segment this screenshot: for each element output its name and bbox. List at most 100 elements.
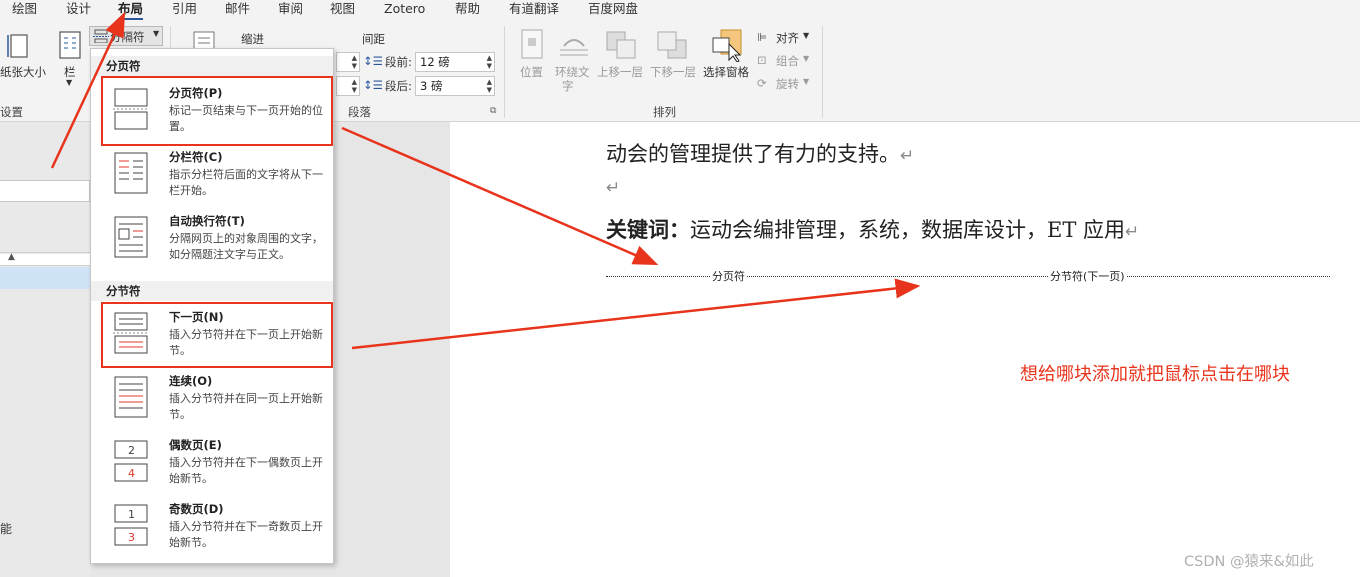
menu-item-desc: 插入分节符并在下一偶数页上开始新节。	[169, 456, 323, 485]
rotate-icon: ⟳	[757, 76, 767, 90]
tab-mailings[interactable]: 邮件	[225, 0, 250, 20]
chevron-down-icon: ▼	[803, 54, 810, 63]
tab-zotero[interactable]: Zotero	[384, 0, 425, 20]
navigation-header-strip: ▲	[0, 252, 90, 266]
align-button[interactable]: 对齐	[776, 30, 799, 46]
selection-pane-icon	[712, 29, 742, 62]
chevron-down-icon: ▼	[153, 29, 160, 38]
wrap-text-button-line2: 字	[562, 79, 574, 93]
divider	[822, 26, 823, 118]
menu-item-title: 自动换行符(T)	[169, 214, 245, 228]
paper-size-button[interactable]: 纸张大小	[0, 64, 46, 80]
wrap-text-icon	[560, 39, 588, 56]
spacing-before-icon: ↕☰	[363, 54, 383, 68]
align-icon: ⊫	[757, 30, 768, 44]
keywords-text: 运动会编排管理，系统，数据库设计，ET 应用	[690, 218, 1126, 242]
spacing-after-value: 3 磅	[420, 79, 443, 93]
tab-review[interactable]: 审阅	[278, 0, 303, 20]
breaks-dropdown-menu: 分页符 分页符(P) 标记一页结束与下一页开始的位置。 分栏符(C) 指示分栏符…	[90, 48, 334, 564]
rotate-button[interactable]: 旋转	[776, 76, 799, 92]
keywords-label: 关键词：	[606, 217, 690, 242]
section-breaks-header: 分节符	[91, 281, 333, 301]
spacing-after-input[interactable]: 3 磅 ▲ ▼	[415, 76, 495, 96]
column-break-icon	[114, 152, 148, 194]
menu-item-continuous[interactable]: 连续(O) 插入分节符并在同一页上开始新节。	[101, 369, 333, 433]
tab-help[interactable]: 帮助	[455, 0, 480, 20]
before-label: 段前:	[385, 55, 412, 69]
menu-item-desc: 插入分节符并在下一奇数页上开始新节。	[169, 520, 323, 549]
menu-item-odd-page[interactable]: 1 3 奇数页(D) 插入分节符并在下一奇数页上开始新节。	[101, 497, 333, 561]
page-breaks-header: 分页符	[91, 56, 333, 76]
navigation-pane: ▲ 能	[0, 122, 90, 577]
paragraph-group-label: 段落	[348, 105, 371, 119]
chevron-down-icon: ▼	[66, 78, 73, 87]
breaks-button[interactable]: 分隔符 ▼	[89, 26, 163, 46]
tab-design[interactable]: 设计	[66, 0, 91, 20]
menu-item-column-break[interactable]: 分栏符(C) 指示分栏符后面的文字将从下一栏开始。	[101, 145, 333, 209]
group-button[interactable]: 组合	[776, 53, 799, 69]
menu-item-title: 偶数页(E)	[169, 438, 222, 452]
spacing-after-icon: ↕☰	[363, 78, 383, 92]
position-button[interactable]: 位置	[520, 64, 543, 80]
divider	[504, 26, 505, 118]
menu-item-desc: 分隔网页上的对象周围的文字，如分隔题注文字与正文。	[169, 232, 323, 261]
columns-icon	[59, 31, 81, 59]
selection-pane-button[interactable]: 选择窗格	[703, 64, 749, 80]
breaks-button-label: 分隔符	[110, 30, 145, 44]
tab-view[interactable]: 视图	[330, 0, 355, 20]
menu-item-title: 分栏符(C)	[169, 150, 223, 164]
spacing-before-value: 12 磅	[420, 55, 450, 69]
svg-text:3: 3	[128, 531, 135, 544]
document-line: 动会的管理提供了有力的支持。↵	[606, 138, 914, 168]
navigation-search-input[interactable]	[0, 180, 90, 202]
menu-item-text-wrapping-break[interactable]: 自动换行符(T) 分隔网页上的对象周围的文字，如分隔题注文字与正文。	[101, 209, 333, 273]
page-setup-group-label: 设置	[0, 105, 23, 119]
page-break-label: 分页符	[710, 268, 747, 284]
menu-item-desc: 插入分节符并在同一页上开始新节。	[169, 392, 323, 421]
indent-right-input[interactable]: ▲ ▼	[336, 76, 360, 96]
menu-item-title: 奇数页(D)	[169, 502, 224, 516]
paper-size-icon	[7, 34, 28, 58]
canvas-background	[334, 122, 450, 577]
position-icon	[521, 29, 543, 59]
tab-references[interactable]: 引用	[172, 0, 197, 20]
even-page-section-icon: 2 4	[114, 440, 148, 482]
page-break-highlight	[101, 76, 333, 146]
paragraph-mark: ↵	[1125, 222, 1140, 242]
document-line-text: 动会的管理提供了有力的支持。	[606, 142, 900, 166]
section-break-label: 分节符(下一页)	[1048, 268, 1127, 284]
bring-forward-icon	[606, 31, 636, 59]
spacing-label: 间距	[362, 32, 385, 46]
tab-draw[interactable]: 绘图	[12, 0, 37, 20]
tab-baidu-netdisk[interactable]: 百度网盘	[588, 0, 638, 20]
indent-left-input[interactable]: ▲ ▼	[336, 52, 360, 72]
paragraph-mark: ↵	[606, 178, 621, 198]
bring-forward-button[interactable]: 上移一层	[597, 64, 643, 80]
after-label: 段后:	[385, 79, 412, 93]
dialog-launcher-icon[interactable]: ⧉	[490, 106, 496, 116]
send-backward-button[interactable]: 下移一层	[650, 64, 696, 80]
breaks-icon	[93, 29, 109, 43]
svg-text:2: 2	[128, 444, 135, 457]
next-page-highlight	[101, 302, 333, 368]
collapse-icon[interactable]: ▲	[8, 252, 15, 262]
navigation-selected-item[interactable]	[0, 267, 90, 289]
ribbon-tab-bar: 绘图 设计 布局 引用 邮件 审阅 视图 Zotero 帮助 有道翻译 百度网盘	[0, 0, 1360, 20]
menu-item-title: 连续(O)	[169, 374, 213, 388]
group-icon: ⊡	[757, 53, 767, 67]
odd-page-section-icon: 1 3	[114, 504, 148, 546]
annotation-text: 想给哪块添加就把鼠标点击在哪块	[1020, 364, 1290, 385]
paragraph-mark: ↵	[900, 146, 915, 166]
chevron-down-icon: ▼	[803, 31, 810, 40]
keywords-line: 关键词：运动会编排管理，系统，数据库设计，ET 应用↵	[606, 214, 1139, 244]
spacing-before-input[interactable]: 12 磅 ▲ ▼	[415, 52, 495, 72]
tab-layout[interactable]: 布局	[118, 0, 144, 20]
chevron-down-icon: ▼	[803, 77, 810, 86]
navigation-fragment-text: 能	[0, 522, 13, 536]
menu-item-desc: 指示分栏符后面的文字将从下一栏开始。	[169, 168, 323, 197]
document-page[interactable]: 动会的管理提供了有力的支持。↵ ↵ 关键词：运动会编排管理，系统，数据库设计，E…	[450, 122, 1360, 577]
text-wrapping-break-icon	[114, 216, 148, 258]
tab-youdao[interactable]: 有道翻译	[509, 0, 559, 20]
svg-text:4: 4	[128, 467, 135, 480]
menu-item-even-page[interactable]: 2 4 偶数页(E) 插入分节符并在下一偶数页上开始新节。	[101, 433, 333, 497]
